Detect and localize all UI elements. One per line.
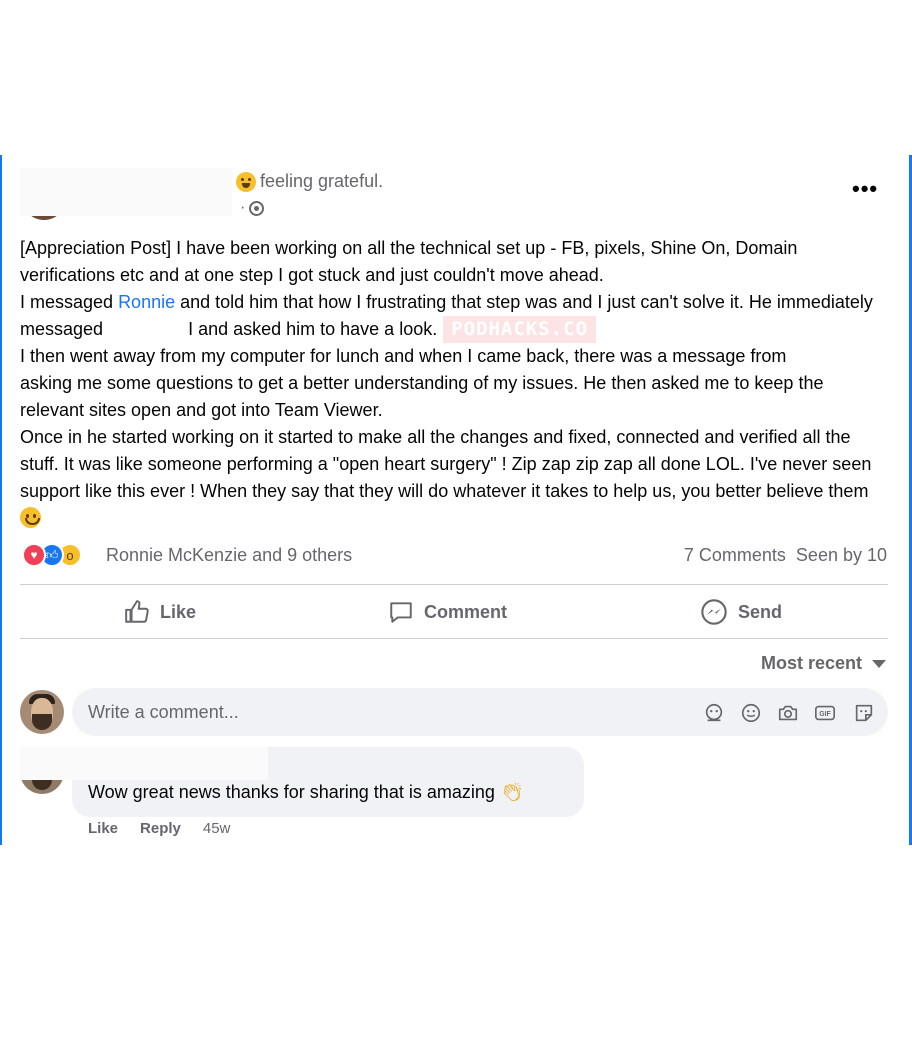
post-paragraph: I then went away from my computer for lu… — [20, 343, 892, 424]
redacted-commenter-name — [20, 747, 268, 780]
send-label: Send — [738, 601, 783, 622]
post-text-span: I and asked him to have a look. — [188, 319, 438, 339]
comment-text: Wow great news thanks for sharing that i… — [88, 782, 524, 803]
post-paragraph: I messaged Ronnie and told him that how … — [20, 289, 892, 343]
thumbs-up-icon — [125, 600, 149, 623]
post-stats: 7 Comments Seen by 10 — [684, 545, 887, 566]
more-options-icon[interactable]: ••• — [852, 178, 878, 200]
emoji-icon[interactable] — [740, 702, 762, 724]
post-body: [Appreciation Post] I have been working … — [20, 235, 892, 532]
messenger-icon — [701, 599, 727, 625]
comment-timestamp[interactable]: 45w — [203, 820, 231, 837]
globe-icon[interactable] — [249, 200, 265, 216]
caret-down-icon — [872, 659, 886, 668]
comments-count[interactable]: 7 Comments — [684, 545, 786, 566]
svg-text:GIF: GIF — [819, 711, 830, 718]
comment-sort-dropdown[interactable]: Most recent — [761, 653, 886, 674]
comment-like-button[interactable]: Like — [88, 820, 118, 837]
comment-placeholder: Write a comment... — [88, 702, 239, 722]
like-button[interactable]: Like — [124, 596, 196, 628]
mention-link-ronnie[interactable]: Ronnie — [118, 292, 175, 312]
post-paragraph: Once in he started working on it started… — [20, 424, 892, 532]
post-meta: · — [240, 199, 265, 217]
reaction-names[interactable]: Ronnie McKenzie and 9 others — [106, 545, 352, 566]
sticker-icon[interactable] — [853, 702, 875, 724]
comment-reply-button[interactable]: Reply — [140, 820, 181, 837]
card-border-left — [0, 155, 2, 845]
send-button[interactable]: Send — [700, 596, 782, 628]
feeling-text: feeling grateful. — [260, 171, 384, 191]
speech-bubble-icon — [390, 602, 412, 623]
divider — [20, 584, 888, 585]
current-user-avatar[interactable] — [20, 690, 64, 734]
meta-separator: · — [240, 199, 246, 216]
gif-icon[interactable]: GIF — [814, 702, 836, 724]
watermark: PODHACKS.CO — [443, 316, 597, 343]
smile-emoji-icon — [20, 507, 41, 528]
divider — [20, 638, 888, 639]
comment-button[interactable]: Comment — [388, 596, 507, 628]
comment-actions: Like Reply 45w — [88, 820, 230, 837]
love-reaction-icon: ♥ — [22, 543, 46, 567]
avatar-sticker-icon[interactable] — [703, 702, 725, 724]
post-text-span: I then went away from my computer for lu… — [20, 346, 792, 366]
like-label: Like — [160, 601, 197, 622]
comment-label: Comment — [424, 601, 508, 622]
seen-by-count[interactable]: Seen by 10 — [796, 545, 887, 566]
grateful-emoji-icon — [236, 171, 256, 192]
clapping-hands-icon: 👏︎ — [500, 782, 524, 802]
camera-icon[interactable] — [777, 702, 799, 724]
post-text-span: asking me some questions to get a better… — [20, 373, 824, 420]
post-text-span: Once in he started working on it started… — [20, 427, 872, 501]
sort-label: Most recent — [760, 653, 862, 673]
post-paragraph: [Appreciation Post] I have been working … — [20, 238, 798, 285]
reaction-icons[interactable]: ♥ 👍︎ o — [22, 543, 82, 567]
comment-body: Wow great news thanks for sharing that i… — [88, 782, 495, 802]
post-text-span: I messaged — [20, 292, 119, 312]
redacted-author-name — [20, 168, 232, 216]
feeling-status: feeling grateful. — [236, 171, 383, 192]
